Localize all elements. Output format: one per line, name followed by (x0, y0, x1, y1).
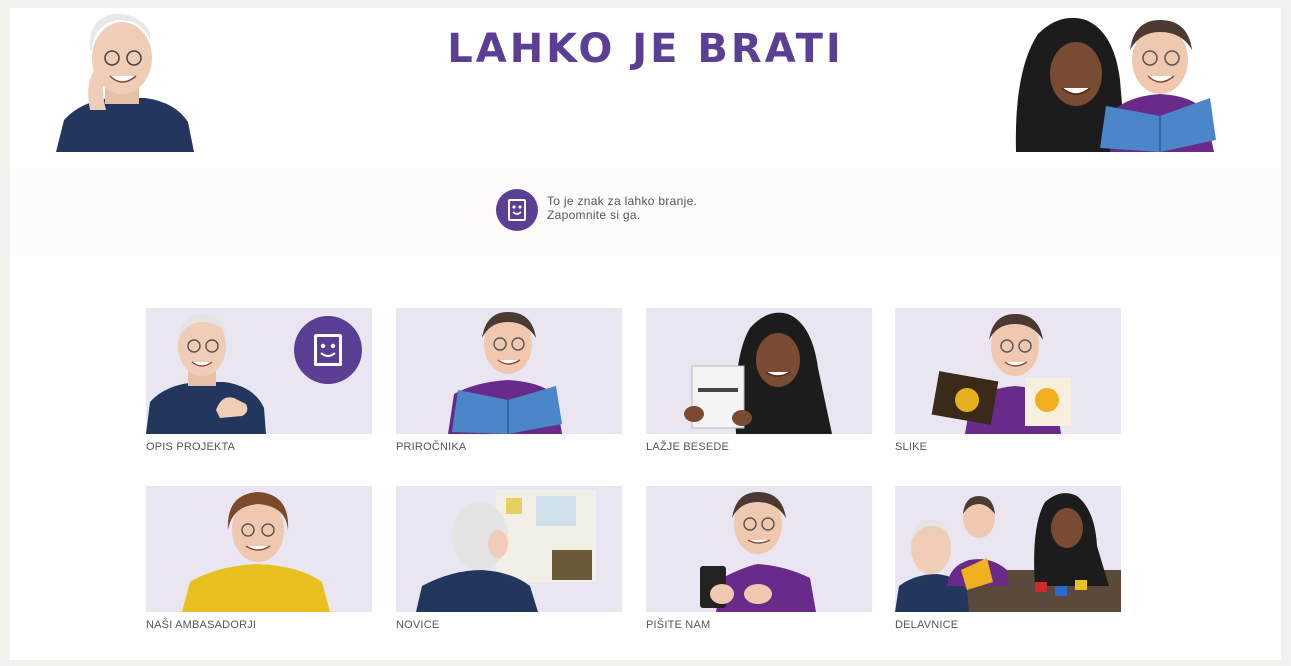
tile-label: NAŠI AMBASADORJI (146, 619, 257, 631)
tile-label: DELAVNICE (895, 619, 959, 631)
header: LAHKO JE BRATI (10, 8, 1281, 168)
tile-nasi-ambasadorji[interactable]: NAŠI AMBASADORJI (146, 486, 372, 636)
women-reading-illustration (1015, 17, 1216, 152)
tile-opis-projekta[interactable]: OPIS PROJEKTA (146, 308, 372, 458)
elderly-man-thumbs-up-image (146, 308, 372, 434)
man-at-noticeboard-image (396, 486, 622, 612)
tile-label: LAŽJE BESEDE (646, 441, 730, 453)
notice-line-2: Zapomnite si ga. (547, 208, 641, 222)
tile-pisite-nam[interactable]: PIŠITE NAM (646, 486, 872, 636)
woman-holding-card-image (646, 308, 872, 434)
tile-label: PRIROČNIKA (396, 441, 467, 453)
easy-read-logo-icon (496, 189, 538, 231)
woman-with-phone-image (646, 486, 872, 612)
tile-slike[interactable]: SLIKE (895, 308, 1121, 458)
notice-line-1: To je znak za lahko branje. (547, 194, 698, 208)
tile-novice[interactable]: NOVICE (396, 486, 622, 636)
tile-label: SLIKE (895, 441, 928, 453)
tile-label: OPIS PROJEKTA (146, 441, 236, 453)
tile-label: NOVICE (396, 619, 440, 631)
tile-lazje-besede[interactable]: LAŽJE BESEDE (646, 308, 872, 458)
page: LAHKO JE BRATI To je znak za lahko branj… (10, 8, 1281, 660)
workshop-group-image (895, 486, 1121, 612)
tile-prirocnika[interactable]: PRIROČNIKA (396, 308, 622, 458)
woman-reading-book-image (396, 308, 622, 434)
woman-with-pictures-image (895, 308, 1121, 434)
tile-delavnice[interactable]: DELAVNICE (895, 486, 1121, 636)
tile-label: PIŠITE NAM (646, 619, 711, 631)
woman-yellow-sweater-image (146, 486, 372, 612)
